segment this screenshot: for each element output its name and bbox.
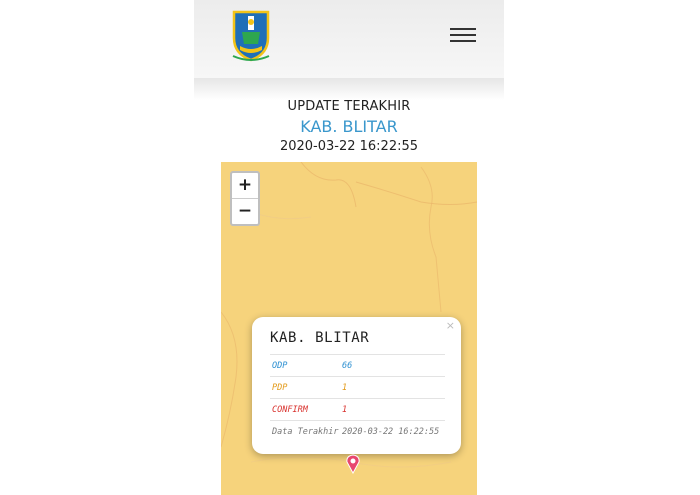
odp-value: 66 bbox=[340, 354, 445, 377]
zoom-out-button[interactable]: − bbox=[232, 199, 258, 224]
map-view[interactable]: + − × KAB. BLITAR ODP 66 PDP 1 CONFIRM 1 bbox=[221, 162, 477, 495]
confirm-row: CONFIRM 1 bbox=[270, 398, 445, 421]
last-update-value: 2020-03-22 16:22:55 bbox=[340, 420, 445, 442]
zoom-in-button[interactable]: + bbox=[232, 173, 258, 199]
pdp-value: 1 bbox=[340, 376, 445, 399]
confirm-label: CONFIRM bbox=[270, 398, 340, 421]
map-marker-icon[interactable] bbox=[345, 454, 361, 474]
popup-stats-table: ODP 66 PDP 1 CONFIRM 1 Data Terakhir 202… bbox=[270, 354, 445, 442]
popup-close-button[interactable]: × bbox=[446, 319, 455, 332]
region-name: KAB. BLITAR bbox=[300, 117, 398, 136]
pdp-row: PDP 1 bbox=[270, 376, 445, 399]
odp-label: ODP bbox=[270, 354, 340, 377]
popup-title: KAB. BLITAR bbox=[270, 330, 370, 346]
hamburger-menu-icon[interactable] bbox=[450, 24, 480, 46]
confirm-value: 1 bbox=[340, 398, 445, 421]
east-java-logo-icon[interactable] bbox=[230, 8, 272, 62]
mobile-viewport: UPDATE TERAKHIR KAB. BLITAR 2020-03-22 1… bbox=[194, 0, 504, 495]
last-update-label: Data Terakhir bbox=[270, 420, 340, 442]
site-header bbox=[194, 0, 504, 78]
odp-row: ODP 66 bbox=[270, 354, 445, 377]
header-shadow bbox=[194, 78, 504, 100]
pdp-label: PDP bbox=[270, 376, 340, 399]
update-timestamp: 2020-03-22 16:22:55 bbox=[279, 139, 419, 154]
region-popup: × KAB. BLITAR ODP 66 PDP 1 CONFIRM 1 Dat… bbox=[252, 317, 461, 454]
update-label: UPDATE TERAKHIR bbox=[287, 99, 411, 114]
last-update-row: Data Terakhir 2020-03-22 16:22:55 bbox=[270, 420, 445, 442]
zoom-control: + − bbox=[230, 171, 260, 226]
